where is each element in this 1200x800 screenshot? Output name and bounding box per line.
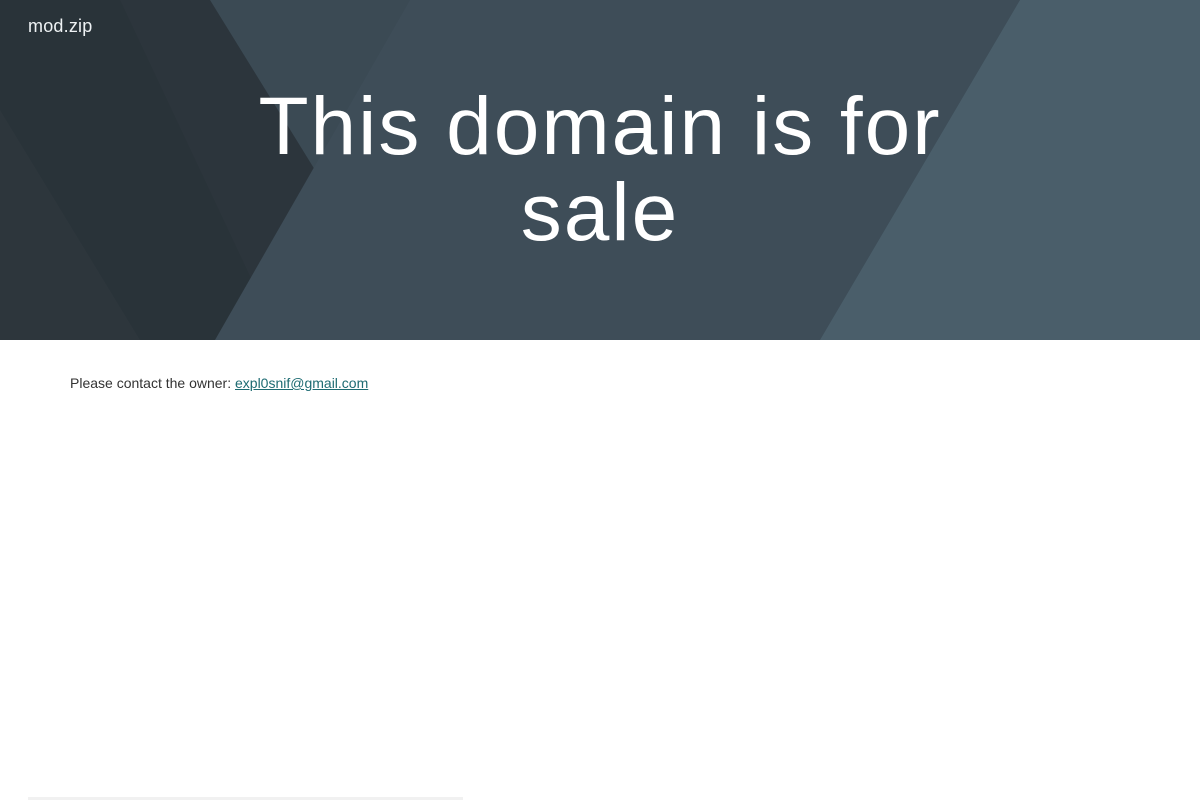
site-name: mod.zip (28, 16, 93, 36)
page: mod.zip This domain is for sale Please c… (0, 0, 1200, 800)
hero-banner: mod.zip This domain is for sale (0, 0, 1200, 340)
page-headline: This domain is for sale (258, 81, 942, 258)
owner-email-link[interactable]: expl0snif@gmail.com (235, 375, 368, 391)
contact-label: Please contact the owner: (70, 375, 232, 391)
contact-message: Please contact the owner: expl0snif@gmai… (70, 375, 368, 391)
